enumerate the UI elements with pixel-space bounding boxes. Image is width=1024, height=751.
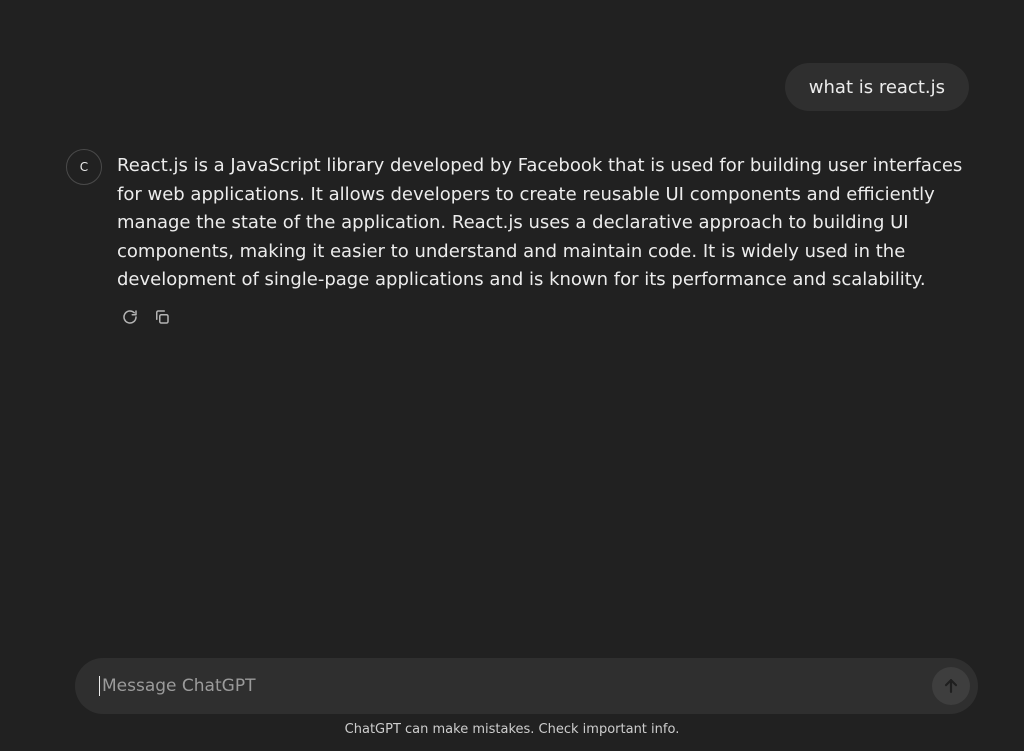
message-composer xyxy=(75,658,978,714)
user-message-bubble: what is react.js xyxy=(784,63,969,111)
assistant-avatar: C xyxy=(66,149,102,185)
refresh-icon xyxy=(123,310,137,324)
copy-icon xyxy=(156,310,169,324)
avatar-letter: C xyxy=(79,160,89,174)
message-input[interactable] xyxy=(102,666,932,706)
message-actions xyxy=(119,306,173,328)
regenerate-button[interactable] xyxy=(119,306,141,328)
disclaimer-text: ChatGPT can make mistakes. Check importa… xyxy=(344,722,680,737)
assistant-message-text: React.js is a JavaScript library develop… xyxy=(117,155,963,290)
chat-area: what is react.js C React.js is a JavaScr… xyxy=(0,0,1024,650)
arrow-up-icon xyxy=(944,679,958,693)
copy-button[interactable] xyxy=(151,306,173,328)
user-message-text: what is react.js xyxy=(808,76,945,98)
send-button[interactable] xyxy=(932,667,970,705)
text-cursor xyxy=(99,676,100,696)
